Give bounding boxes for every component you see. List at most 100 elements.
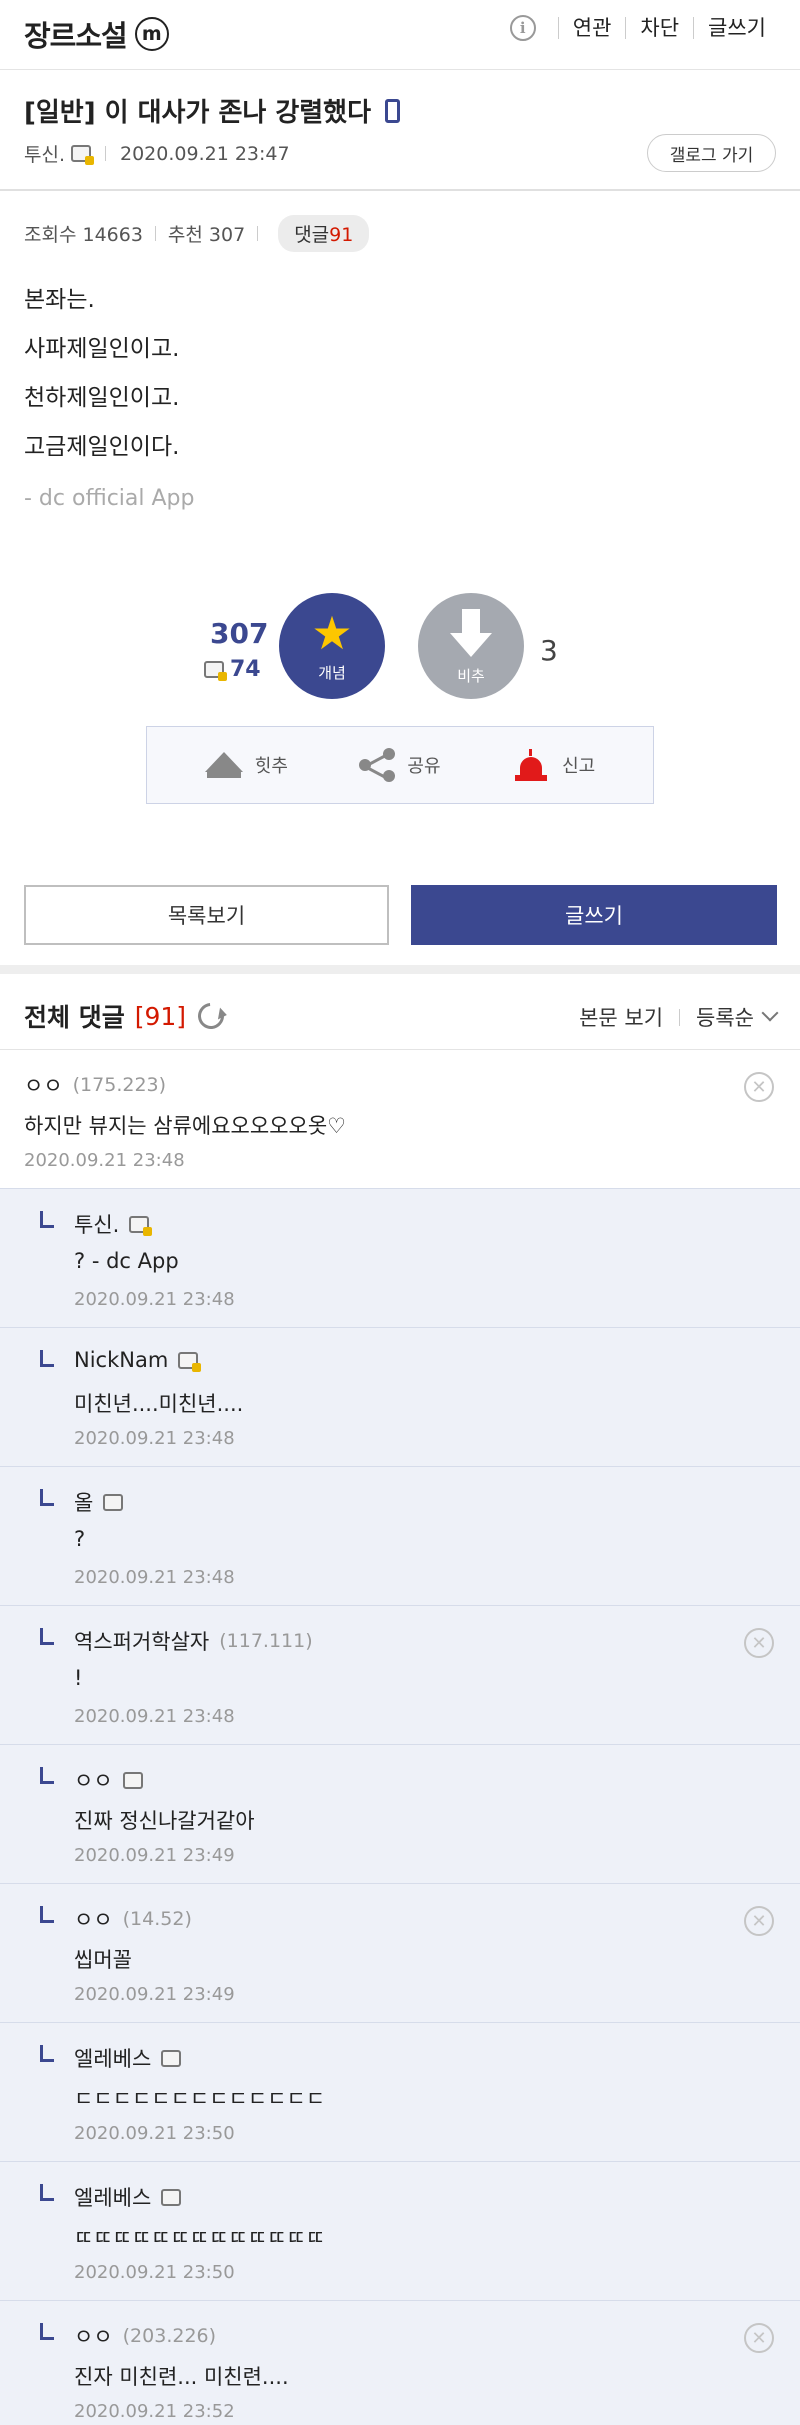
mini-gallery-icon: m: [134, 17, 169, 51]
info-icon[interactable]: i: [509, 15, 536, 41]
comment-date: 2020.09.21 23:50: [74, 2262, 235, 2283]
comment-total-count: [91]: [134, 1001, 187, 1031]
half-fixed-nick-icon: [161, 2188, 182, 2206]
section-divider: [0, 965, 800, 974]
reply-item: ㅇㅇ (14.52) 씹머꼴 2020.09.21 23:49 ✕: [0, 1884, 800, 2023]
comment-badge-count: 91: [329, 224, 354, 246]
comment-ip: (14.52): [122, 1908, 192, 1930]
post-title: [일반] 이 대사가 존나 강렬했다: [24, 92, 401, 129]
comment-nick[interactable]: 역스퍼거학살자: [74, 1626, 209, 1656]
comment-nick[interactable]: 엘레베스: [74, 2043, 151, 2073]
comment-nick[interactable]: ㅇㅇ: [74, 1904, 113, 1934]
comment-text: ? - dc App: [74, 1249, 179, 1273]
comment-list: ㅇㅇ (175.223) 하지만 뷰지는 삼류에요오오오오옷♡ 2020.09.…: [0, 1050, 800, 2425]
post-actions: 힛추 공유 신고: [146, 726, 654, 804]
comment-text: ?: [74, 1527, 86, 1551]
delete-icon[interactable]: ✕: [744, 1628, 774, 1658]
fixed-nick-icon: [178, 1351, 202, 1372]
upvote-button[interactable]: ★ 개념: [279, 593, 385, 699]
reply-item: ㅇㅇ 진짜 정신나갈거같아 2020.09.21 23:49: [0, 1745, 800, 1884]
hit-recommend-label: 힛추: [254, 756, 288, 777]
comment-nick[interactable]: ㅇㅇ: [24, 1070, 63, 1100]
body-line: 사파제일인이고.: [24, 336, 180, 362]
reply-arrow-icon: [40, 1906, 54, 1923]
post-signature: - dc official App: [24, 486, 195, 511]
comment-date: 2020.09.21 23:49: [74, 1845, 235, 1866]
comment-text: ㄷㄷㄷㄷㄷㄷㄷㄷㄷㄷㄷㄷㄷ: [74, 2087, 326, 2111]
comment-header: 전체 댓글 [91] 본문 보기 등록순: [0, 974, 800, 1050]
comment-count-badge[interactable]: 댓글91: [278, 215, 370, 252]
reply-item: 엘레베스 ㄸㄸㄸㄸㄸㄸㄸㄸㄸㄸㄸㄸㄸ 2020.09.21 23:50: [0, 2162, 800, 2301]
sort-select[interactable]: 등록순: [696, 1002, 754, 1032]
mobile-icon: [385, 98, 401, 123]
nav-write[interactable]: 글쓰기: [693, 17, 780, 39]
comment-nick[interactable]: NickNam: [74, 1348, 168, 1372]
report-label: 신고: [562, 756, 596, 777]
comment-date: 2020.09.21 23:48: [74, 1567, 235, 1588]
body-line: 천하제일인이고.: [24, 385, 180, 411]
comment-author: ㅇㅇ (203.226): [74, 2321, 216, 2351]
half-fixed-nick-icon: [122, 1771, 143, 1789]
report-button[interactable]: 신고: [512, 749, 595, 781]
post-stats: 조회수 14663 추천 307 댓글91: [24, 215, 370, 252]
comment-ip: (175.223): [72, 1074, 167, 1096]
comment-author: 엘레베스: [74, 2182, 182, 2212]
stats-divider: [154, 226, 156, 241]
nav-related[interactable]: 연관: [557, 17, 626, 39]
half-fixed-nick-icon: [103, 1493, 124, 1511]
post-header: [일반] 이 대사가 존나 강렬했다 투신. 2020.09.21 23:47 …: [0, 70, 800, 191]
share-button[interactable]: 공유: [359, 748, 441, 782]
share-icon: [359, 748, 396, 782]
comment-nick[interactable]: 엘레베스: [74, 2182, 151, 2212]
comment-text: !: [74, 1666, 83, 1690]
star-icon: ★: [311, 605, 353, 660]
post-body: 본좌는. 사파제일인이고. 천하제일인이고. 고금제일인이다.: [24, 276, 179, 472]
reply-item: 투신. ? - dc App 2020.09.21 23:48: [0, 1189, 800, 1328]
chevron-down-icon[interactable]: [761, 1004, 779, 1022]
comment-author: ㅇㅇ: [74, 1765, 143, 1795]
comment-nick[interactable]: ㅇㅇ: [74, 1765, 113, 1795]
options-divider: [679, 1008, 681, 1026]
hit-recommend-button[interactable]: 힛추: [204, 752, 288, 778]
comment-nick[interactable]: 올: [74, 1487, 93, 1517]
comment-author: 올: [74, 1487, 124, 1517]
post-meta: 투신. 2020.09.21 23:47: [24, 140, 290, 167]
reply-arrow-icon: [40, 1628, 54, 1645]
reply-arrow-icon: [40, 2323, 54, 2340]
reply-item: NickNam 미친년....미친년.... 2020.09.21 23:48: [0, 1328, 800, 1467]
fixed-upvote-number: 74: [230, 657, 261, 682]
comment-text: 씹머꼴: [74, 1948, 132, 1972]
top-bar: 장르소설 m i 연관 차단 글쓰기: [0, 0, 800, 70]
stats-divider: [257, 226, 259, 241]
delete-icon[interactable]: ✕: [744, 2323, 774, 2353]
write-button[interactable]: 글쓰기: [411, 885, 777, 945]
comment-author: ㅇㅇ (14.52): [74, 1904, 192, 1934]
downvote-label: 비추: [457, 666, 485, 685]
comment-author: ㅇㅇ (175.223): [24, 1070, 166, 1100]
comment-nick[interactable]: 투신.: [74, 1209, 119, 1239]
comment-author: 역스퍼거학살자 (117.111): [74, 1626, 313, 1656]
comment-badge-label: 댓글: [294, 224, 330, 246]
reply-item: 역스퍼거학살자 (117.111) ! 2020.09.21 23:48 ✕: [0, 1606, 800, 1745]
upvote-label: 개념: [318, 663, 346, 682]
refresh-icon[interactable]: [192, 997, 230, 1035]
list-button[interactable]: 목록보기: [24, 885, 389, 945]
comment-text: 진짜 정신나갈거같아: [74, 1809, 255, 1833]
view-body-link[interactable]: 본문 보기: [579, 1002, 663, 1032]
upvote-count: 307: [210, 617, 269, 650]
reply-arrow-icon: [40, 1489, 54, 1506]
comment-author: 투신.: [74, 1209, 153, 1239]
nav-block[interactable]: 차단: [625, 17, 693, 39]
comment-date: 2020.09.21 23:52: [74, 2401, 235, 2422]
comment-title: 전체 댓글 [91]: [24, 997, 230, 1035]
delete-icon[interactable]: ✕: [744, 1072, 774, 1102]
downvote-button[interactable]: 비추: [418, 593, 524, 699]
comment-ip: (203.226): [122, 2325, 217, 2347]
post-author[interactable]: 투신.: [24, 140, 65, 167]
comment-title-text: 전체 댓글: [24, 1003, 125, 1032]
gallery-logo[interactable]: 장르소설 m: [24, 13, 169, 55]
comment-nick[interactable]: ㅇㅇ: [74, 2321, 113, 2351]
gallog-button[interactable]: 갤로그 가기: [647, 134, 776, 172]
delete-icon[interactable]: ✕: [744, 1906, 774, 1936]
top-nav: i 연관 차단 글쓰기: [509, 14, 780, 42]
